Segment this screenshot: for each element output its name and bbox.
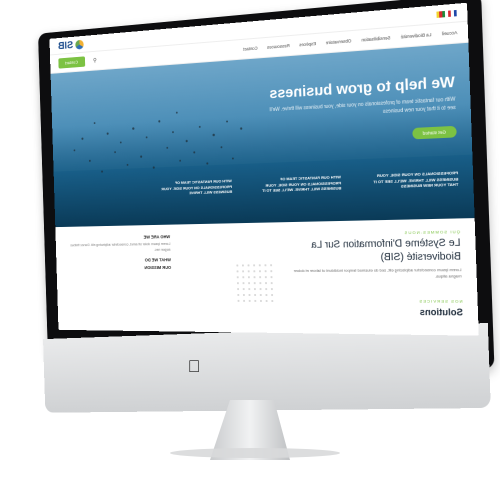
- logo-mark-icon: [75, 39, 85, 50]
- monitor-chin: [43, 322, 491, 413]
- about-kicker: QUI SOMMES-NOUS: [403, 228, 461, 236]
- about-text: Lorem ipsum consectetur adipiscing elit,…: [293, 266, 462, 279]
- nav-item-observatoire[interactable]: Observatoire: [326, 38, 352, 45]
- side-heading: WHAT WE DO: [144, 257, 171, 263]
- hero-stat: With our fantastic team of professionals…: [161, 178, 233, 196]
- about-side-column: WHO ARE WE Lorem ipsum dolor sit amet, c…: [67, 234, 171, 273]
- get-started-button[interactable]: Get started: [411, 125, 457, 140]
- hero-section: We help to grow business With our fantas…: [50, 42, 475, 228]
- logo-text: SIB: [57, 39, 74, 52]
- monitor-stand-base: [170, 448, 340, 458]
- flag-cameroon-icon[interactable]: [436, 10, 446, 18]
- language-switcher[interactable]: [436, 9, 457, 18]
- apple-logo-icon: : [186, 358, 202, 376]
- nav-item-sensibilisation[interactable]: Sensibilisation: [361, 35, 390, 42]
- services-kicker: NOS SERVICES: [418, 298, 463, 304]
- side-heading: OUR MISSION: [144, 265, 172, 271]
- search-icon[interactable]: ⚲: [93, 57, 97, 64]
- site-logo[interactable]: SIB: [57, 38, 85, 52]
- side-heading: WHO ARE WE: [143, 234, 171, 240]
- monitor-screen: SIB Accueil La Biodiversité Sensibilisat…: [49, 2, 479, 336]
- imac-monitor:  SIB Accueil La Biodiversité Sensibilis…: [0, 0, 500, 480]
- nav-item-biodiversite[interactable]: La Biodiversité: [401, 32, 432, 40]
- nav-item-accueil[interactable]: Accueil: [442, 30, 458, 36]
- hero-stat: With our fantastic team of professionals…: [262, 174, 342, 194]
- about-title: Le Système D'information Sur La Biodiver…: [311, 237, 462, 263]
- nav-item-ressources[interactable]: Ressources: [267, 43, 290, 50]
- nav-item-especes[interactable]: Espèces: [299, 41, 316, 47]
- hero-stat: Professionals on your side. Your busines…: [373, 169, 459, 189]
- nav-item-contact[interactable]: Contact: [243, 46, 258, 52]
- solutions-title: Solutions: [419, 306, 464, 318]
- website: SIB Accueil La Biodiversité Sensibilisat…: [49, 2, 479, 336]
- flag-france-icon[interactable]: [448, 9, 457, 17]
- contact-button[interactable]: Contact: [58, 56, 85, 69]
- birds-image: [73, 111, 243, 173]
- about-section: QUI SOMMES-NOUS Le Système D'information…: [55, 218, 479, 336]
- side-text: Lorem ipsum dolor sit amet, consectetur …: [70, 241, 171, 252]
- dot-pattern: [236, 262, 276, 303]
